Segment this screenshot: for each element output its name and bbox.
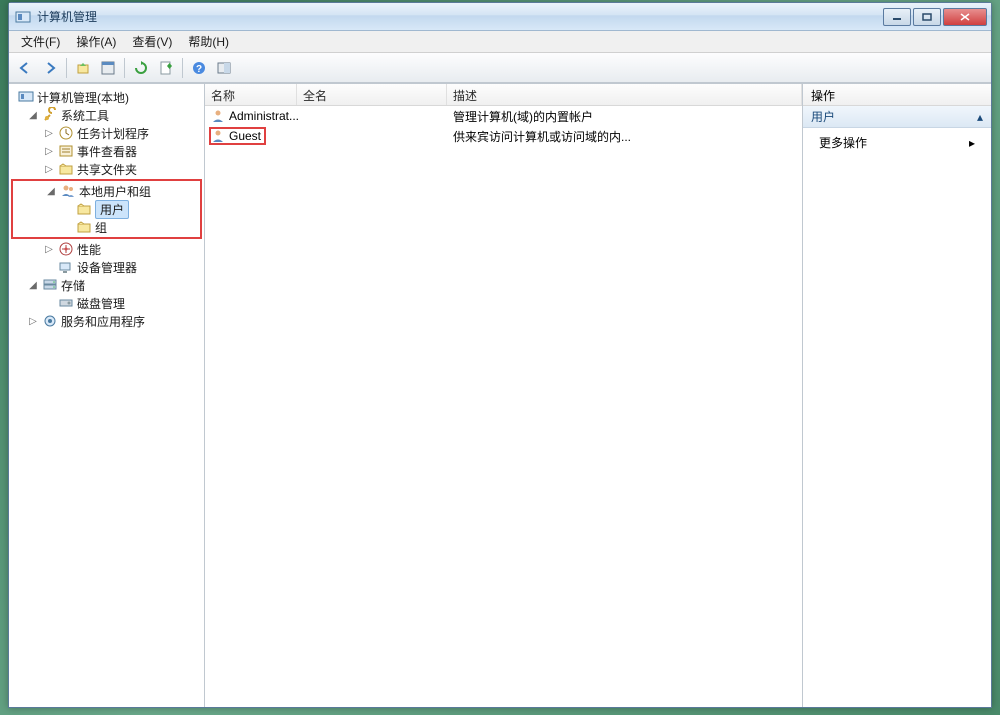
performance-icon bbox=[58, 241, 74, 257]
expand-icon[interactable]: ▷ bbox=[27, 316, 39, 327]
tools-icon bbox=[42, 107, 58, 123]
app-window: 计算机管理 文件(F) 操作(A) 查看(V) 帮助(H) ? bbox=[8, 2, 992, 708]
annotation-highlight-guest: Guest bbox=[209, 127, 266, 145]
toolbar-separator bbox=[66, 58, 67, 78]
tree-performance[interactable]: ▷ 性能 bbox=[11, 240, 202, 258]
column-name[interactable]: 名称 bbox=[205, 84, 297, 105]
menu-help[interactable]: 帮助(H) bbox=[180, 31, 237, 52]
collapse-icon[interactable]: ◢ bbox=[27, 110, 39, 121]
tree: 计算机管理(本地) ◢ 系统工具 ▷ 任务计划程序 ▷ 事件查看器 bbox=[9, 84, 204, 334]
user-row-administrator[interactable]: Administrat... 管理计算机(域)的内置帐户 bbox=[205, 106, 802, 126]
list-header: 名称 全名 描述 bbox=[205, 84, 802, 106]
users-groups-icon bbox=[60, 183, 76, 199]
menubar: 文件(F) 操作(A) 查看(V) 帮助(H) bbox=[9, 31, 991, 53]
disk-icon bbox=[58, 295, 74, 311]
user-icon bbox=[211, 109, 225, 123]
toolbar-separator bbox=[124, 58, 125, 78]
toolbar-export[interactable] bbox=[154, 56, 178, 80]
expand-icon[interactable]: ▷ bbox=[43, 164, 55, 175]
toolbar-up[interactable] bbox=[71, 56, 95, 80]
expand-icon[interactable]: ▷ bbox=[43, 146, 55, 157]
chevron-right-icon: ▸ bbox=[969, 136, 975, 150]
minimize-button[interactable] bbox=[883, 8, 911, 26]
collapse-icon[interactable]: ◢ bbox=[45, 186, 57, 197]
actions-more[interactable]: 更多操作 ▸ bbox=[803, 128, 991, 157]
toolbar-back[interactable] bbox=[13, 56, 37, 80]
tree-disk-management[interactable]: 磁盘管理 bbox=[11, 294, 202, 312]
toolbar-show-hide[interactable] bbox=[212, 56, 236, 80]
toolbar-separator bbox=[182, 58, 183, 78]
collapse-up-icon: ▴ bbox=[977, 110, 983, 124]
user-icon bbox=[211, 129, 225, 143]
content-area: 计算机管理(本地) ◢ 系统工具 ▷ 任务计划程序 ▷ 事件查看器 bbox=[9, 83, 991, 707]
folder-icon bbox=[76, 219, 92, 235]
tree-task-scheduler[interactable]: ▷ 任务计划程序 bbox=[11, 124, 202, 142]
tree-services-apps[interactable]: ▷ 服务和应用程序 bbox=[11, 312, 202, 330]
toolbar-refresh[interactable] bbox=[129, 56, 153, 80]
tree-event-viewer[interactable]: ▷ 事件查看器 bbox=[11, 142, 202, 160]
tree-local-users-groups[interactable]: ◢ 本地用户和组 bbox=[13, 182, 200, 200]
actions-pane: 操作 用户 ▴ 更多操作 ▸ bbox=[803, 84, 991, 707]
shared-folder-icon bbox=[58, 161, 74, 177]
toolbar-help[interactable]: ? bbox=[187, 56, 211, 80]
expand-icon[interactable]: ▷ bbox=[43, 128, 55, 139]
close-button[interactable] bbox=[943, 8, 987, 26]
device-manager-icon bbox=[58, 259, 74, 275]
window-title: 计算机管理 bbox=[37, 8, 883, 25]
maximize-button[interactable] bbox=[913, 8, 941, 26]
event-viewer-icon bbox=[58, 143, 74, 159]
list-pane: 名称 全名 描述 Administrat... 管理计算机(域)的内置帐户 bbox=[205, 84, 803, 707]
titlebar[interactable]: 计算机管理 bbox=[9, 3, 991, 31]
toolbar-forward[interactable] bbox=[38, 56, 62, 80]
menu-action[interactable]: 操作(A) bbox=[68, 31, 124, 52]
services-icon bbox=[42, 313, 58, 329]
tree-root[interactable]: 计算机管理(本地) bbox=[11, 88, 202, 106]
tree-users[interactable]: 用户 bbox=[13, 200, 200, 218]
clock-icon bbox=[58, 125, 74, 141]
menu-file[interactable]: 文件(F) bbox=[13, 31, 68, 52]
tree-pane: 计算机管理(本地) ◢ 系统工具 ▷ 任务计划程序 ▷ 事件查看器 bbox=[9, 84, 205, 707]
column-fullname[interactable]: 全名 bbox=[297, 84, 447, 105]
expand-icon[interactable]: ▷ bbox=[43, 244, 55, 255]
list-body: Administrat... 管理计算机(域)的内置帐户 Guest 供来宾访问… bbox=[205, 106, 802, 707]
menu-view[interactable]: 查看(V) bbox=[124, 31, 180, 52]
toolbar: ? bbox=[9, 53, 991, 83]
actions-header: 操作 bbox=[803, 84, 991, 106]
tree-device-manager[interactable]: 设备管理器 bbox=[11, 258, 202, 276]
tree-groups[interactable]: 组 bbox=[13, 218, 200, 236]
folder-icon bbox=[76, 201, 92, 217]
toolbar-properties[interactable] bbox=[96, 56, 120, 80]
column-description[interactable]: 描述 bbox=[447, 84, 802, 105]
app-icon bbox=[15, 9, 31, 25]
window-controls bbox=[883, 8, 987, 26]
actions-section-users[interactable]: 用户 ▴ bbox=[803, 106, 991, 128]
tree-system-tools[interactable]: ◢ 系统工具 bbox=[11, 106, 202, 124]
tree-shared-folders[interactable]: ▷ 共享文件夹 bbox=[11, 160, 202, 178]
computer-management-icon bbox=[18, 89, 34, 105]
user-row-guest[interactable]: Guest 供来宾访问计算机或访问域的内... bbox=[205, 126, 802, 146]
tree-storage[interactable]: ◢ 存储 bbox=[11, 276, 202, 294]
svg-text:?: ? bbox=[196, 64, 202, 75]
annotation-highlight-tree: ◢ 本地用户和组 用户 组 bbox=[11, 179, 202, 239]
collapse-icon[interactable]: ◢ bbox=[27, 280, 39, 291]
storage-icon bbox=[42, 277, 58, 293]
